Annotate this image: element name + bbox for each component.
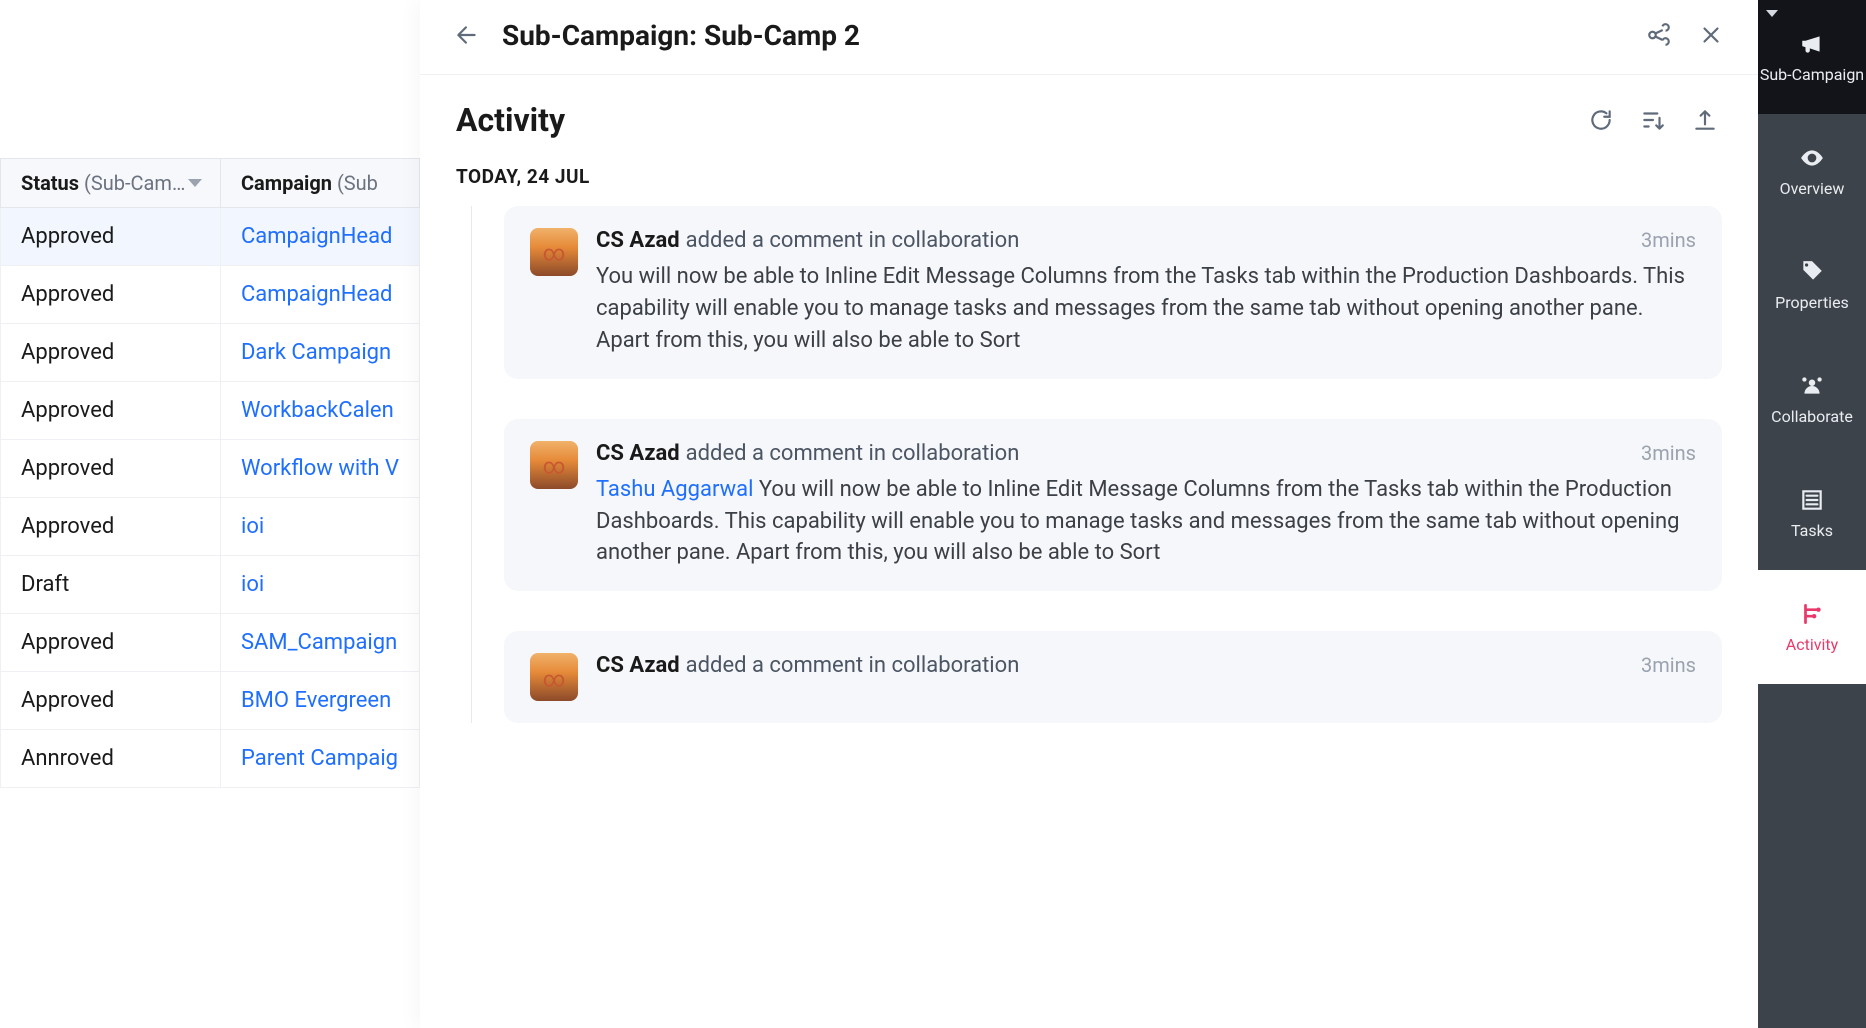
close-button[interactable]	[1694, 18, 1728, 52]
column-header-status[interactable]: Status (Sub-Cam…	[1, 159, 221, 208]
rail-label: Collaborate	[1771, 407, 1853, 426]
column-subtext: (Sub	[337, 171, 378, 195]
time-ago: 3mins	[1641, 228, 1696, 252]
share-button[interactable]	[1642, 18, 1676, 52]
avatar	[530, 653, 578, 701]
time-ago: 3mins	[1641, 441, 1696, 465]
close-icon	[1698, 22, 1724, 48]
author-name: CS Azad	[596, 228, 680, 253]
campaign-cell[interactable]: WorkbackCalen	[220, 382, 419, 440]
share-icon	[1646, 22, 1672, 48]
author-name: CS Azad	[596, 441, 680, 466]
activity-card: CS Azadadded a comment in collaboration 3…	[504, 631, 1722, 723]
sort-button[interactable]	[1636, 103, 1670, 137]
campaign-cell[interactable]: Dark Campaign	[220, 324, 419, 382]
status-cell: Approved	[1, 614, 221, 672]
refresh-button[interactable]	[1584, 103, 1618, 137]
panel-header: Sub-Campaign: Sub-Camp 2	[420, 0, 1758, 75]
campaign-cell[interactable]: ioi	[220, 498, 419, 556]
status-cell: Draft	[1, 556, 221, 614]
campaign-cell[interactable]: Parent Campaig	[220, 730, 419, 788]
table-row[interactable]: Draftioi	[1, 556, 420, 614]
rail-label: Properties	[1775, 293, 1849, 312]
campaign-cell[interactable]: Workflow with V	[220, 440, 419, 498]
chevron-down-icon	[1766, 10, 1778, 17]
campaign-table-area: Status (Sub-Cam… Campaign (Sub ApprovedC…	[0, 0, 420, 1028]
activity-card: CS Azadadded a comment in collaboration 3…	[504, 419, 1722, 592]
column-name: Status	[21, 171, 79, 195]
campaign-cell[interactable]: CampaignHead	[220, 266, 419, 324]
campaign-cell[interactable]: BMO Evergreen	[220, 672, 419, 730]
campaign-cell[interactable]: CampaignHead	[220, 208, 419, 266]
rail-label: Tasks	[1791, 521, 1833, 540]
table-row[interactable]: AnnrovedParent Campaig	[1, 730, 420, 788]
campaign-cell[interactable]: SAM_Campaign	[220, 614, 419, 672]
table-row[interactable]: ApprovedWorkflow with V	[1, 440, 420, 498]
rail-label: Overview	[1780, 179, 1845, 198]
refresh-icon	[1588, 107, 1614, 133]
time-ago: 3mins	[1641, 653, 1696, 677]
eye-icon	[1799, 145, 1825, 171]
avatar	[530, 228, 578, 276]
sort-icon	[1640, 107, 1666, 133]
upload-icon	[1692, 107, 1718, 133]
status-cell: Approved	[1, 266, 221, 324]
table-row[interactable]: ApprovedSAM_Campaign	[1, 614, 420, 672]
table-row[interactable]: ApprovedWorkbackCalen	[1, 382, 420, 440]
list-icon	[1799, 487, 1825, 513]
rail-item-tasks[interactable]: Tasks	[1758, 456, 1866, 570]
rail-label: Activity	[1786, 635, 1838, 654]
rail-item-overview[interactable]: Overview	[1758, 114, 1866, 228]
comment-text: You will now be able to Inline Edit Mess…	[596, 261, 1696, 357]
activity-title: Activity	[456, 101, 1566, 139]
back-button[interactable]	[450, 18, 484, 52]
rail-item-sub-campaign[interactable]: Sub-Campaign	[1758, 0, 1866, 114]
column-subtext: (Sub-Cam…	[84, 171, 185, 195]
status-cell: Annroved	[1, 730, 221, 788]
campaign-cell[interactable]: ioi	[220, 556, 419, 614]
column-name: Campaign	[241, 171, 332, 195]
date-separator: TODAY, 24 JUL	[456, 165, 1722, 188]
status-cell: Approved	[1, 324, 221, 382]
chevron-down-icon[interactable]	[188, 179, 202, 187]
activity-panel: Sub-Campaign: Sub-Camp 2 Activity TODAY,…	[420, 0, 1758, 1028]
table-row[interactable]: Approvedioi	[1, 498, 420, 556]
table-row[interactable]: ApprovedCampaignHead	[1, 266, 420, 324]
status-cell: Approved	[1, 498, 221, 556]
activity-action: added a comment in collaboration	[686, 653, 1629, 678]
avatar	[530, 441, 578, 489]
activity-card: CS Azadadded a comment in collaboration 3…	[504, 206, 1722, 379]
comment-text: Tashu Aggarwal You will now be able to I…	[596, 474, 1696, 570]
column-header-campaign[interactable]: Campaign (Sub	[220, 159, 419, 208]
status-cell: Approved	[1, 208, 221, 266]
timeline: CS Azadadded a comment in collaboration3…	[456, 206, 1722, 723]
tag-icon	[1799, 259, 1825, 285]
activity-action: added a comment in collaboration	[686, 228, 1629, 253]
author-name: CS Azad	[596, 653, 680, 678]
team-icon	[1799, 373, 1825, 399]
activity-action: added a comment in collaboration	[686, 441, 1629, 466]
panel-title: Sub-Campaign: Sub-Camp 2	[502, 19, 1624, 52]
status-cell: Approved	[1, 382, 221, 440]
export-button[interactable]	[1688, 103, 1722, 137]
mention-link[interactable]: Tashu Aggarwal	[596, 477, 759, 502]
activity-feed: TODAY, 24 JUL CS Azadadded a comment in …	[420, 149, 1758, 1028]
campaign-table: Status (Sub-Cam… Campaign (Sub ApprovedC…	[0, 158, 420, 788]
status-cell: Approved	[1, 672, 221, 730]
table-row[interactable]: ApprovedCampaignHead	[1, 208, 420, 266]
rail-item-collaborate[interactable]: Collaborate	[1758, 342, 1866, 456]
activity-header: Activity	[420, 75, 1758, 149]
megaphone-icon	[1799, 31, 1825, 57]
arrow-left-icon	[454, 22, 480, 48]
rail-item-activity[interactable]: Activity	[1758, 570, 1866, 684]
side-rail: Sub-Campaign Overview Properties Collaborat…	[1758, 0, 1866, 1028]
rail-label: Sub-Campaign	[1760, 65, 1864, 84]
table-row[interactable]: ApprovedBMO Evergreen	[1, 672, 420, 730]
timeline-icon	[1799, 601, 1825, 627]
rail-item-properties[interactable]: Properties	[1758, 228, 1866, 342]
status-cell: Approved	[1, 440, 221, 498]
table-row[interactable]: ApprovedDark Campaign	[1, 324, 420, 382]
